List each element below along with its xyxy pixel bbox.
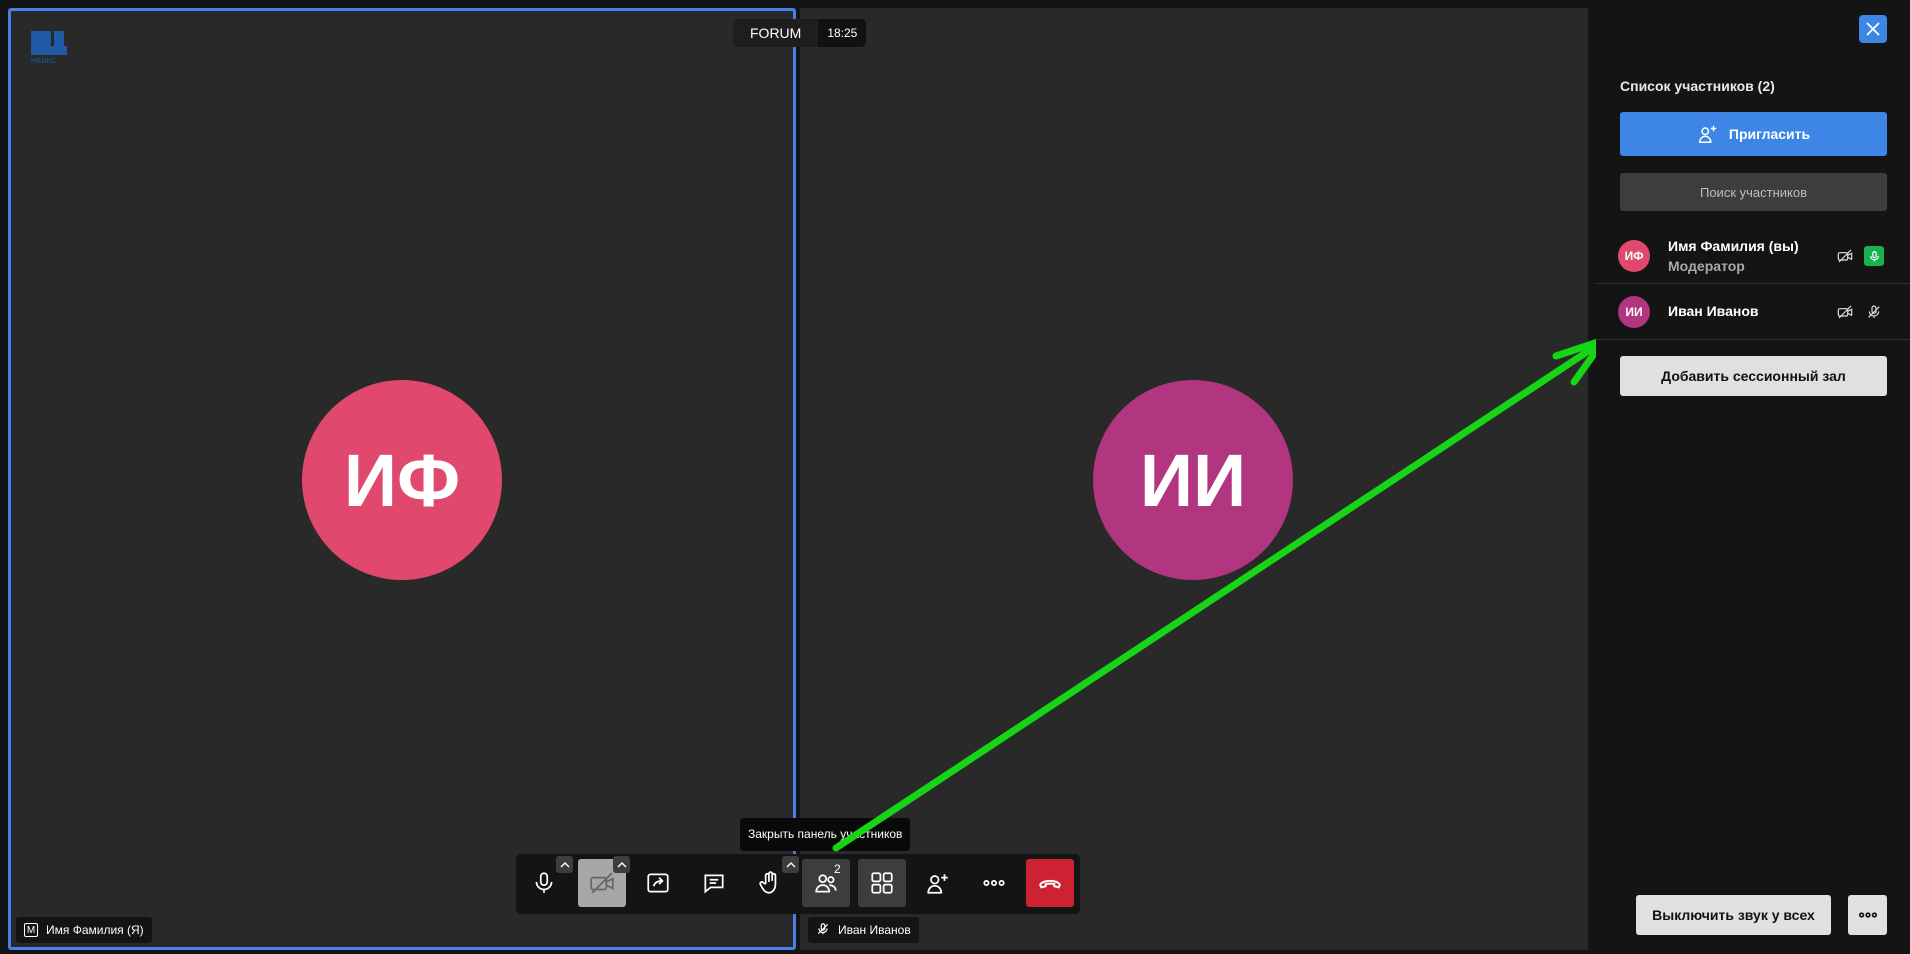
tile-name-self: Имя Фамилия (Я) bbox=[46, 923, 144, 937]
invite-participants-button[interactable]: Пригласить bbox=[1620, 112, 1887, 156]
invite-icon bbox=[927, 874, 948, 894]
tile-name-tag-self: M Имя Фамилия (Я) bbox=[16, 917, 152, 943]
hangup-button[interactable] bbox=[1026, 859, 1074, 907]
invite-button[interactable] bbox=[914, 859, 962, 907]
participant-search-input[interactable] bbox=[1620, 173, 1887, 211]
microphone-icon bbox=[535, 872, 553, 893]
chevron-up-icon bbox=[617, 861, 626, 867]
mute-all-button[interactable]: Выключить звук у всех bbox=[1636, 895, 1831, 935]
avatar: ИИ bbox=[1618, 296, 1650, 328]
reactions-options-button[interactable] bbox=[782, 856, 799, 873]
tile-avatar-other: ИИ bbox=[1093, 380, 1293, 580]
participants-count-badge: 2 bbox=[834, 862, 841, 876]
participant-row[interactable]: ИИ Иван Иванов bbox=[1596, 285, 1910, 340]
company-logo: НБИКС bbox=[31, 31, 67, 65]
microphone-icon[interactable] bbox=[1864, 246, 1884, 266]
tile-name-other: Иван Иванов bbox=[838, 923, 911, 937]
panel-more-button[interactable] bbox=[1848, 895, 1887, 935]
more-actions-button[interactable] bbox=[970, 859, 1018, 907]
call-toolbar: 2 bbox=[516, 854, 1080, 914]
logo-text: НБИКС bbox=[31, 58, 57, 65]
hangup-icon bbox=[1039, 879, 1061, 889]
conference-header: FORUM 18:25 bbox=[733, 19, 867, 47]
more-icon bbox=[1858, 912, 1877, 918]
participants-button[interactable]: 2 bbox=[802, 859, 850, 907]
microphone-options-button[interactable] bbox=[556, 856, 573, 873]
add-user-icon bbox=[1698, 125, 1717, 143]
close-icon bbox=[1866, 22, 1880, 36]
add-breakout-room-button[interactable]: Добавить сессионный зал bbox=[1620, 356, 1887, 396]
camera-options-button[interactable] bbox=[613, 856, 630, 873]
share-screen-icon bbox=[647, 873, 669, 893]
chat-icon bbox=[704, 874, 724, 894]
mic-muted-icon bbox=[816, 922, 830, 939]
meeting-clock: 18:25 bbox=[818, 19, 867, 47]
moderator-badge-icon: M bbox=[24, 923, 38, 937]
chat-button[interactable] bbox=[690, 859, 738, 907]
tile-avatar-self: ИФ bbox=[302, 380, 502, 580]
participant-role: Модератор bbox=[1668, 258, 1745, 274]
chevron-up-icon bbox=[560, 861, 569, 867]
more-icon bbox=[983, 879, 1005, 887]
video-tile-other[interactable]: ИИ bbox=[800, 8, 1588, 950]
tile-view-button[interactable] bbox=[858, 859, 906, 907]
tile-name-tag-other: Иван Иванов bbox=[808, 917, 919, 943]
participants-tooltip: Закрыть панель участников bbox=[740, 818, 911, 851]
camera-off-icon bbox=[1835, 302, 1855, 322]
video-tile-self[interactable]: НБИКС ИФ bbox=[8, 8, 796, 950]
tile-view-icon bbox=[871, 872, 893, 894]
panel-title: Список участников (2) bbox=[1620, 78, 1775, 94]
chevron-up-icon bbox=[786, 861, 795, 867]
raise-hand-icon bbox=[759, 871, 777, 894]
participant-row[interactable]: ИФ Имя Фамилия (вы) Модератор bbox=[1596, 231, 1910, 284]
share-screen-button[interactable] bbox=[634, 859, 682, 907]
invite-label: Пригласить bbox=[1728, 126, 1811, 142]
camera-off-icon bbox=[590, 872, 614, 894]
participant-name: Имя Фамилия (вы) bbox=[1668, 238, 1799, 254]
camera-off-icon bbox=[1835, 246, 1855, 266]
close-panel-button[interactable] bbox=[1859, 15, 1887, 43]
participant-name: Иван Иванов bbox=[1668, 303, 1759, 319]
room-name: FORUM bbox=[750, 25, 802, 41]
mic-muted-icon[interactable] bbox=[1864, 302, 1884, 322]
conference-stage: НБИКС ИФ ИИ FORUM 18:25 M Имя Фамилия (Я… bbox=[0, 0, 1608, 954]
avatar: ИФ bbox=[1618, 240, 1650, 272]
